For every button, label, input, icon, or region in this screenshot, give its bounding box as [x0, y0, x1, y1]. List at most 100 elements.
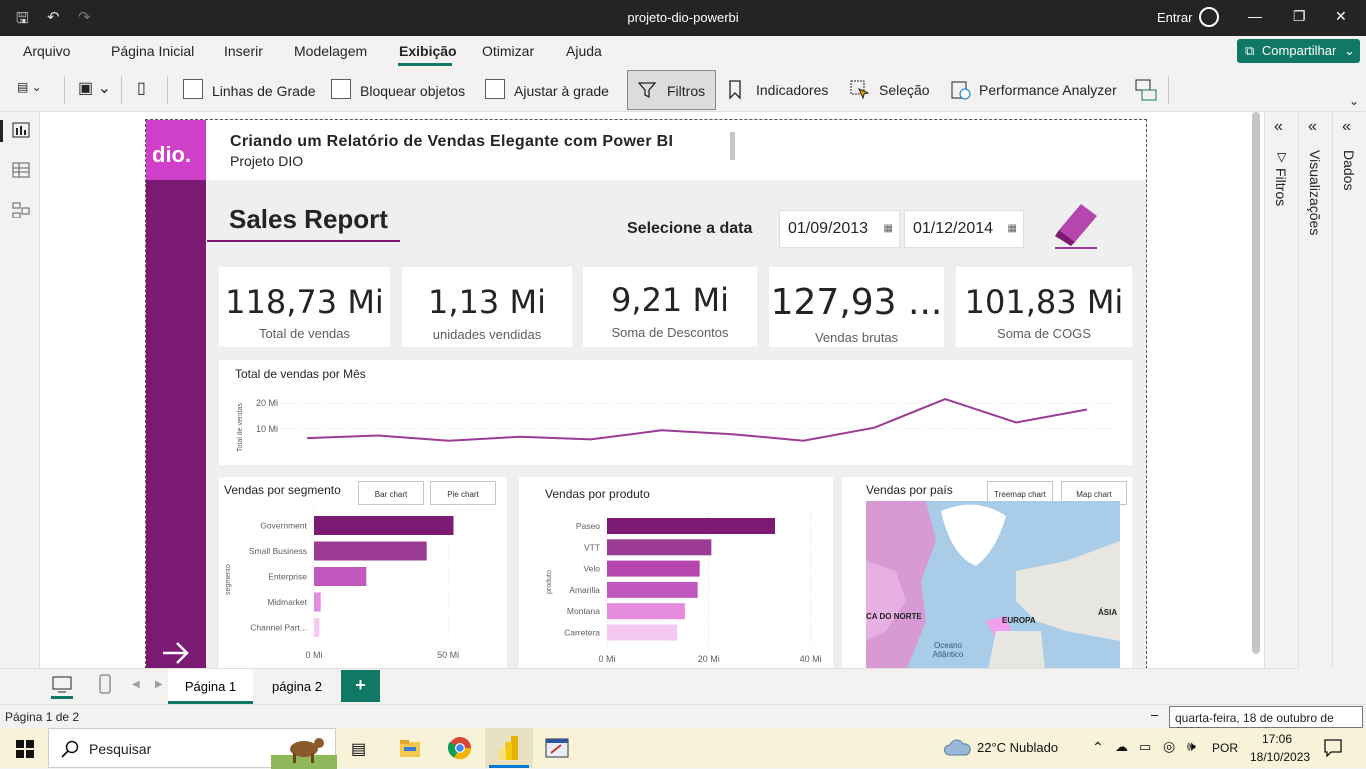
- report-view-icon[interactable]: [12, 122, 30, 138]
- restore-icon[interactable]: ❐: [1293, 8, 1306, 25]
- weather-text[interactable]: 22°C Nublado: [977, 740, 1058, 755]
- bookmark-icon[interactable]: [728, 80, 742, 100]
- clock-time[interactable]: 17:06: [1262, 732, 1292, 746]
- ribbon-divider: [64, 76, 65, 104]
- clock-date[interactable]: 18/10/2023: [1250, 750, 1310, 764]
- menu-exibicao[interactable]: Exibição: [399, 43, 457, 59]
- eraser-icon[interactable]: [1051, 196, 1105, 252]
- visualizations-pane[interactable]: « Visualizações: [1298, 112, 1332, 668]
- expand-chevrons-icon[interactable]: «: [1308, 118, 1317, 136]
- kpi-value: 9,21 Mi: [583, 281, 757, 319]
- display-icon[interactable]: ▭: [1139, 739, 1151, 755]
- mobile-icon[interactable]: [99, 674, 111, 694]
- sync-slicers-icon[interactable]: [1135, 79, 1157, 101]
- menu-otimizar[interactable]: Otimizar: [482, 43, 534, 59]
- arrow-right-icon[interactable]: [161, 640, 191, 666]
- speaker-icon[interactable]: 🕪: [1187, 738, 1196, 755]
- zoom-minus-icon[interactable]: –: [1151, 707, 1158, 722]
- series-line: [307, 399, 1087, 441]
- end-date-input[interactable]: 01/12/2014 ▦: [904, 210, 1024, 248]
- category-label: Enterprise: [268, 572, 307, 582]
- menu-modelagem[interactable]: Modelagem: [294, 43, 367, 59]
- collapse-ribbon-icon[interactable]: ⌄: [1349, 94, 1359, 108]
- category-label: Montana: [567, 606, 600, 616]
- data-pane-label: Dados: [1341, 150, 1357, 190]
- segment-bar-chart: 0 Mi50 MiGovernmentSmall BusinessEnterpr…: [219, 477, 507, 679]
- menu-bar: Arquivo Página Inicial Inserir Modelagem…: [0, 36, 1366, 66]
- map-chart-card[interactable]: Vendas por país Treemap chart Map chart …: [842, 477, 1132, 679]
- power-bi-icon[interactable]: [498, 735, 520, 761]
- bar: [314, 618, 319, 637]
- kpi-label: Soma de Descontos: [583, 325, 757, 340]
- kpi-card: 9,21 Mi Soma de Descontos: [583, 267, 757, 347]
- start-date-value: 01/09/2013: [788, 220, 868, 237]
- selection-icon[interactable]: [850, 80, 870, 100]
- chevron-up-icon[interactable]: ⌃: [1092, 739, 1104, 756]
- map-label-north-america: CA DO NORTE: [866, 612, 922, 621]
- tab-pagina-1[interactable]: Página 1: [168, 669, 253, 704]
- segment-chart-card[interactable]: Vendas por segmento Bar chart Pie chart …: [219, 477, 507, 679]
- menu-inserir[interactable]: Inserir: [224, 43, 263, 59]
- snap-to-grid-checkbox[interactable]: [485, 79, 505, 99]
- menu-arquivo[interactable]: Arquivo: [23, 43, 70, 59]
- data-pane[interactable]: « Dados: [1332, 112, 1366, 668]
- filters-button[interactable]: Filtros: [627, 70, 716, 110]
- next-page-icon[interactable]: ▶: [155, 679, 163, 690]
- windows-start-icon[interactable]: [16, 740, 34, 758]
- product-bar-chart: produto0 Mi20 Mi40 MiPaseoVTTVeloAmarill…: [519, 477, 833, 679]
- chrome-icon[interactable]: [448, 736, 472, 760]
- prev-page-icon[interactable]: ◀: [132, 679, 140, 690]
- selection-button[interactable]: Seleção: [879, 82, 930, 98]
- bar: [607, 518, 775, 534]
- page-tabs-bar: ◀ ▶ Página 1 página 2 +: [0, 668, 1296, 704]
- signin-link[interactable]: Entrar: [1157, 10, 1192, 25]
- expand-chevrons-icon[interactable]: «: [1342, 118, 1351, 136]
- performance-analyzer-button[interactable]: Performance Analyzer: [979, 82, 1117, 98]
- performance-analyzer-icon[interactable]: [951, 80, 971, 100]
- mobile-layout-icon[interactable]: ▣ ⌄: [78, 78, 111, 98]
- menu-pagina-inicial[interactable]: Página Inicial: [111, 43, 194, 59]
- model-view-icon[interactable]: [12, 202, 30, 218]
- active-layout-indicator: [51, 696, 73, 699]
- wifi-icon[interactable]: ◎: [1163, 738, 1175, 755]
- file-explorer-icon[interactable]: [399, 738, 421, 758]
- expand-chevrons-icon[interactable]: «: [1274, 118, 1283, 136]
- menu-ajuda[interactable]: Ajuda: [566, 43, 602, 59]
- minimize-icon[interactable]: —: [1248, 8, 1262, 24]
- date-tooltip: quarta-feira, 18 de outubro de 2023: [1169, 706, 1363, 728]
- tab-pagina-2[interactable]: página 2: [256, 669, 338, 704]
- add-page-button[interactable]: +: [341, 670, 380, 702]
- task-view-icon[interactable]: ▤: [351, 739, 366, 759]
- windows-taskbar: Pesquisar ▤ 22°C Nublado ⌃ ☁ ▭ ◎ 🕪 POR 1…: [0, 728, 1366, 768]
- calendar-icon[interactable]: ▦: [884, 223, 893, 234]
- line-chart-card[interactable]: Total de vendas por Mês 20 Mi10 MiTotal …: [219, 360, 1132, 465]
- start-date-input[interactable]: 01/09/2013 ▦: [779, 210, 900, 248]
- category-label: Small Business: [249, 546, 307, 556]
- category-label: Paseo: [576, 521, 600, 531]
- bookmarks-button[interactable]: Indicadores: [756, 82, 828, 98]
- notifications-icon[interactable]: [1324, 739, 1342, 757]
- close-icon[interactable]: ✕: [1335, 8, 1347, 25]
- gridlines-checkbox[interactable]: [183, 79, 203, 99]
- canvas-scrollbar[interactable]: [1252, 112, 1260, 654]
- lock-objects-checkbox[interactable]: [331, 79, 351, 99]
- share-button[interactable]: ⧉ Compartilhar ⌄: [1237, 39, 1360, 63]
- app-window-icon[interactable]: [545, 736, 569, 760]
- page-view-icon[interactable]: ▤ ⌄: [17, 80, 42, 94]
- category-label: Amarilla: [569, 585, 600, 595]
- x-tick-label: 0 Mi: [305, 650, 322, 660]
- map-label-asia: ÁSIA: [1098, 608, 1117, 617]
- phone-icon[interactable]: ▯: [137, 78, 146, 98]
- avatar-icon[interactable]: [1199, 7, 1219, 27]
- onedrive-icon[interactable]: ☁: [1115, 739, 1128, 755]
- world-map[interactable]: [866, 501, 1120, 679]
- desktop-layout-icon[interactable]: [52, 676, 72, 694]
- filters-pane[interactable]: « ▽ Filtros: [1264, 112, 1298, 668]
- language-indicator[interactable]: POR: [1212, 741, 1238, 755]
- calendar-icon[interactable]: ▦: [1008, 223, 1017, 234]
- date-prompt: Selecione a data: [627, 220, 752, 238]
- product-chart-card[interactable]: Vendas por produto produto0 Mi20 Mi40 Mi…: [519, 477, 833, 679]
- table-view-icon[interactable]: [12, 162, 30, 178]
- category-label: VTT: [584, 542, 600, 552]
- taskbar-search[interactable]: Pesquisar: [48, 728, 336, 768]
